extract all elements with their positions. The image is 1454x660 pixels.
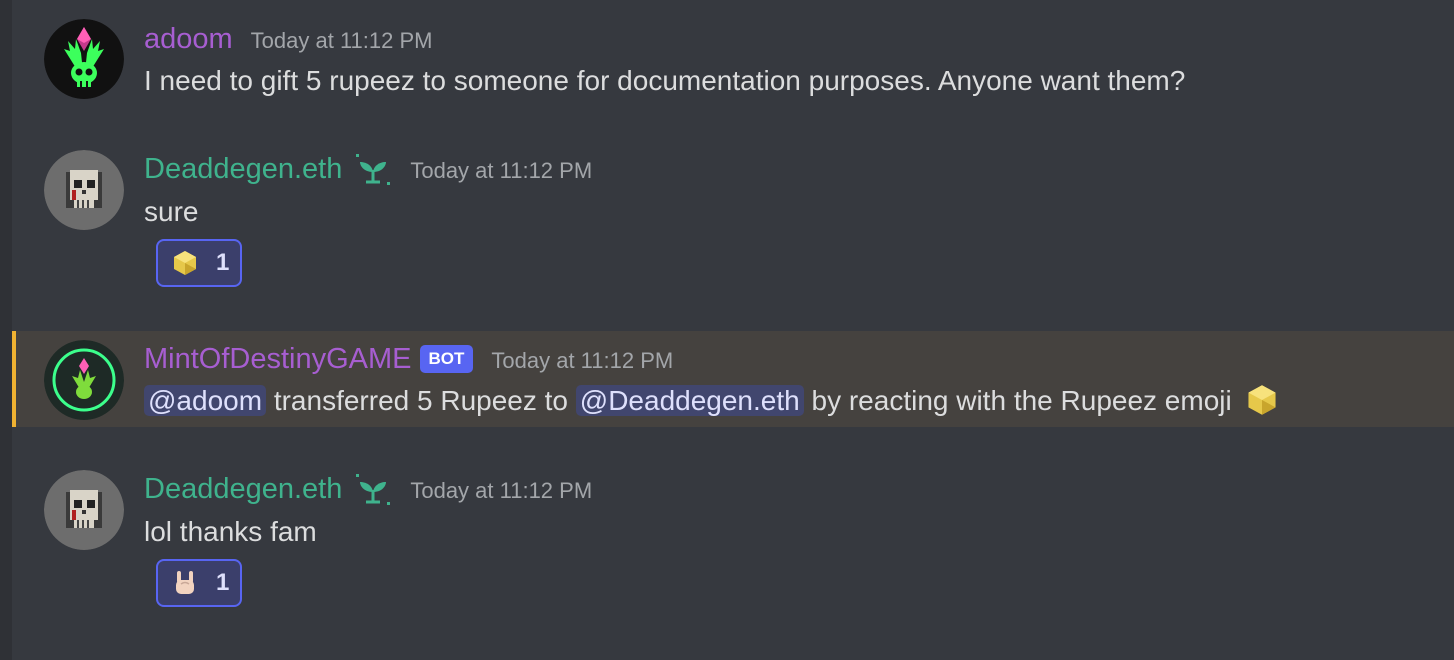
neon-ring-avatar-icon xyxy=(44,340,124,420)
reaction-rupeez[interactable]: 1 xyxy=(156,239,242,287)
message-timestamp[interactable]: Today at 11:12 PM xyxy=(251,28,433,54)
username-adoom[interactable]: adoom xyxy=(144,22,233,56)
reaction-rock-on[interactable]: 1 xyxy=(156,559,242,607)
rupeez-gem-icon xyxy=(174,251,196,275)
avatar-deaddegen[interactable] xyxy=(44,470,124,550)
message-timestamp[interactable]: Today at 11:12 PM xyxy=(410,158,592,184)
message-text: @adoom transferred 5 Rupeez to @Deaddege… xyxy=(144,383,1278,419)
bot-tag: BOT xyxy=(419,345,474,373)
pixel-skull-avatar-icon xyxy=(44,470,124,550)
message-timestamp[interactable]: Today at 11:12 PM xyxy=(410,478,592,504)
mention-adoom[interactable]: @adoom xyxy=(144,385,267,416)
message-text-end: by reacting with the Rupeez emoji xyxy=(811,385,1232,416)
rock-on-hand-icon xyxy=(176,571,194,594)
avatar-mintofdestiny[interactable] xyxy=(44,340,124,420)
message-text: lol thanks fam xyxy=(144,516,317,547)
rupeez-gem-icon xyxy=(1247,385,1276,415)
reaction-count: 1 xyxy=(216,249,230,276)
chat-left-gutter xyxy=(0,0,12,660)
message-text: sure xyxy=(144,196,199,227)
sprout-badge-icon[interactable] xyxy=(354,472,392,508)
message-text: I need to gift 5 rupeez to someone for d… xyxy=(144,65,1186,96)
avatar-adoom[interactable] xyxy=(44,19,124,99)
pixel-skull-avatar-icon xyxy=(44,150,124,230)
mention-deaddegen[interactable]: @Deaddegen.eth xyxy=(575,385,804,416)
skull-wings-avatar-icon xyxy=(44,19,124,99)
message-timestamp[interactable]: Today at 11:12 PM xyxy=(491,348,673,374)
reaction-count: 1 xyxy=(216,569,230,596)
username-mintofdestiny[interactable]: MintOfDestinyGAME xyxy=(144,342,412,376)
sprout-badge-icon[interactable] xyxy=(354,152,392,188)
avatar-deaddegen[interactable] xyxy=(44,150,124,230)
message-text-middle: transferred 5 Rupeez to xyxy=(273,385,568,416)
username-deaddegen[interactable]: Deaddegen.eth xyxy=(144,472,342,506)
username-deaddegen[interactable]: Deaddegen.eth xyxy=(144,152,342,186)
